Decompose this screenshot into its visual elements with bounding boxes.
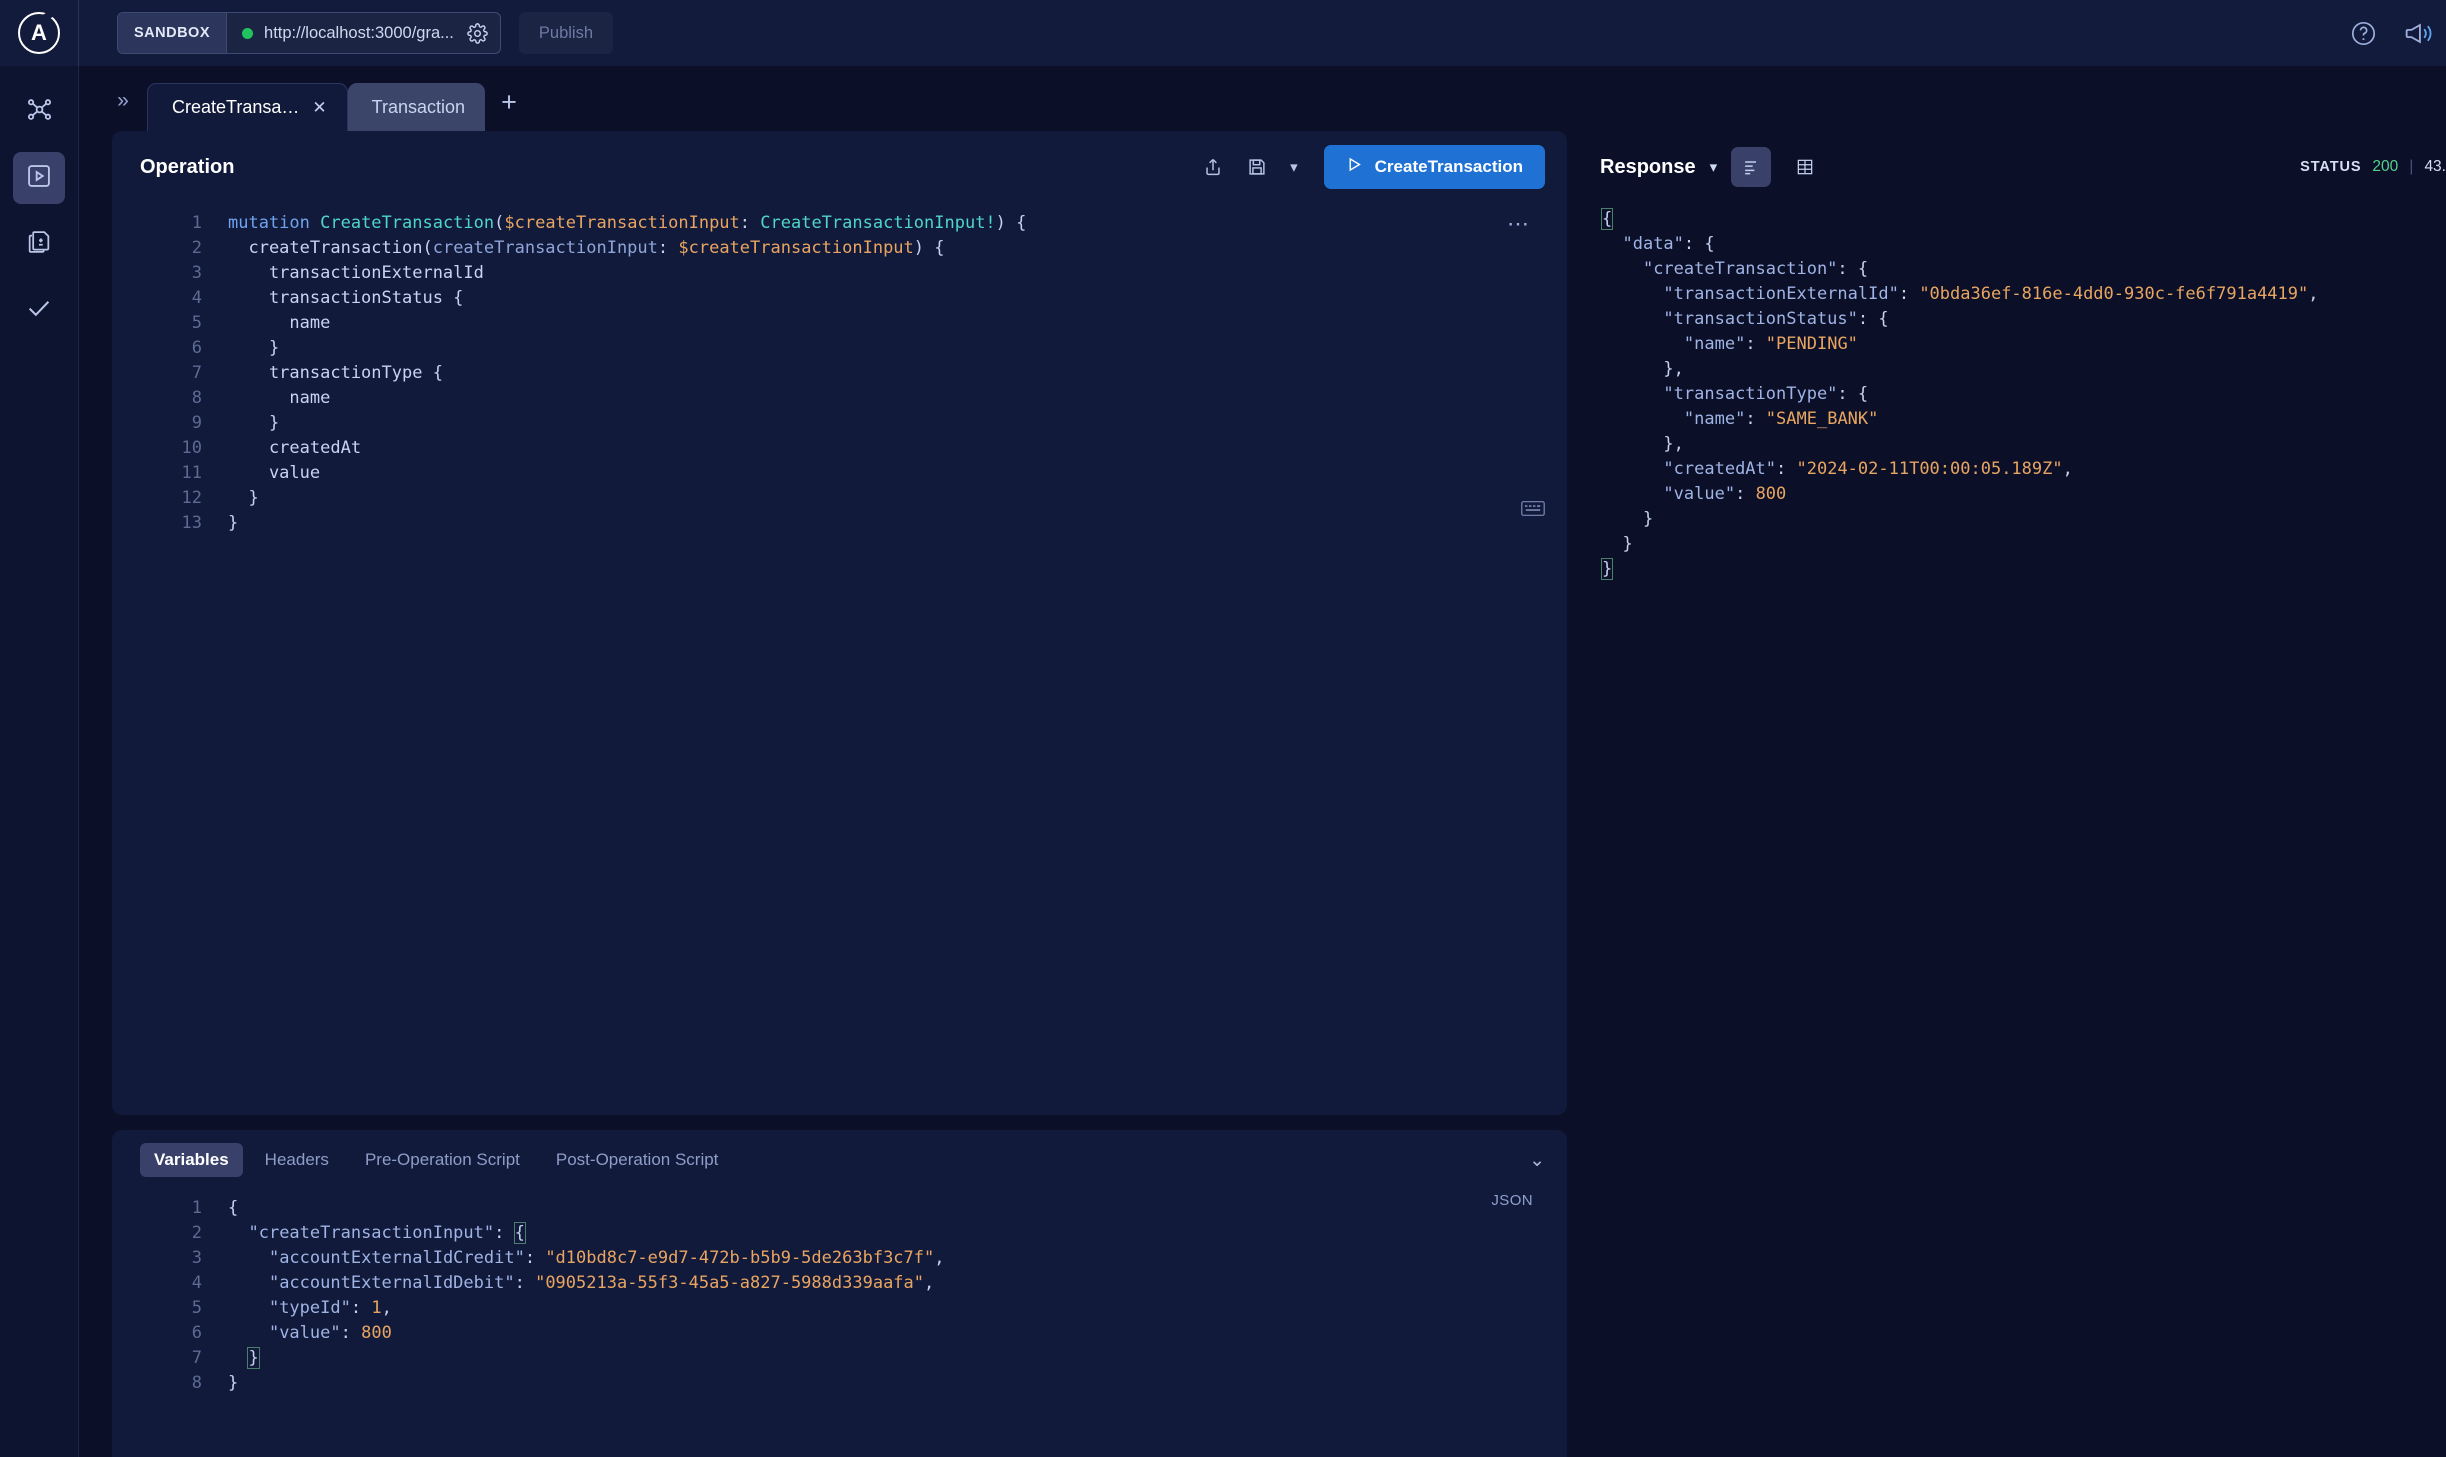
json-lines-icon[interactable]	[1731, 147, 1772, 187]
chevron-double-down-icon[interactable]: ⌄	[1529, 1149, 1545, 1172]
editor-more-menu-icon[interactable]: ⋯	[1507, 211, 1531, 237]
sandbox-badge: SANDBOX	[118, 13, 228, 53]
publish-button[interactable]: Publish	[518, 12, 614, 54]
explorer-play-icon	[25, 162, 53, 195]
response-time: 43.	[2424, 158, 2446, 175]
chevron-double-right-icon[interactable]: »	[99, 77, 147, 125]
operation-toolbar: ▾ CreateTransaction	[1202, 145, 1545, 189]
sidebar-item-checks[interactable]	[13, 284, 65, 336]
operation-editor[interactable]: ⋯ 1 2 3 4 5 6 7 8 9 10 11 12 13 mutation…	[112, 203, 1567, 536]
status-divider: |	[2409, 158, 2414, 175]
response-title: Response	[1600, 155, 1696, 178]
variables-panel: Variables Headers Pre-Operation Script P…	[112, 1130, 1567, 1457]
checks-checkmark-icon	[24, 293, 54, 328]
sidebar-item-schema[interactable]	[13, 86, 65, 138]
tab-variables[interactable]: Variables	[140, 1143, 243, 1177]
tab-post-operation-script[interactable]: Post-Operation Script	[542, 1143, 733, 1177]
plus-icon[interactable]: +	[485, 78, 533, 126]
megaphone-icon[interactable]	[2403, 19, 2432, 48]
run-operation-button[interactable]: CreateTransaction	[1323, 145, 1545, 189]
table-grid-icon[interactable]	[1785, 147, 1825, 187]
chevron-down-icon[interactable]: ▾	[1710, 158, 1718, 176]
response-header: Response ▾ STATUS 200 | 43.	[1600, 131, 2446, 203]
apollo-sandbox-app: A SANDBOX http://localhost:3000/gra... P…	[0, 0, 2446, 1457]
keyboard-shortcuts-icon[interactable]	[1521, 500, 1545, 522]
play-triangle-icon	[1346, 156, 1363, 178]
schema-diff-icon	[25, 228, 53, 261]
tab-label: CreateTransa…	[172, 97, 300, 117]
top-bar-actions	[2350, 19, 2446, 48]
schema-graph-icon	[25, 95, 54, 129]
sidebar-item-explorer[interactable]	[13, 152, 65, 204]
endpoint-bar[interactable]: SANDBOX http://localhost:3000/gra...	[117, 12, 501, 54]
operation-header: Operation ▾ CreateTransaction	[112, 131, 1567, 203]
endpoint-url-field[interactable]: http://localhost:3000/gra...	[227, 13, 500, 53]
page-title: Operation	[140, 155, 235, 178]
status-label: STATUS	[2300, 159, 2362, 175]
tab-create-transaction[interactable]: CreateTransa… ✕	[147, 83, 348, 131]
run-button-label: CreateTransaction	[1374, 157, 1523, 176]
tab-pre-operation-script[interactable]: Pre-Operation Script	[351, 1143, 534, 1177]
left-nav-rail	[0, 66, 79, 1457]
tab-headers[interactable]: Headers	[251, 1143, 343, 1177]
endpoint-url-text: http://localhost:3000/gra...	[264, 23, 454, 42]
share-upload-icon[interactable]	[1202, 156, 1224, 178]
apollo-logo[interactable]: A	[0, 0, 79, 66]
save-floppy-icon[interactable]	[1246, 156, 1268, 178]
tab-transaction[interactable]: Transaction	[347, 83, 486, 131]
operation-panel: Operation ▾ CreateTransaction ⋯ 1 2 3 4 …	[112, 131, 1567, 1115]
sidebar-item-schema-diff[interactable]	[13, 218, 65, 270]
variables-tab-bar: Variables Headers Pre-Operation Script P…	[112, 1130, 1567, 1190]
variables-line-numbers: 1 2 3 4 5 6 7 8	[191, 1198, 202, 1393]
chevron-down-icon[interactable]: ▾	[1290, 158, 1298, 176]
top-bar: A SANDBOX http://localhost:3000/gra... P…	[0, 0, 2446, 66]
close-icon[interactable]: ✕	[312, 99, 326, 116]
variables-format-badge: JSON	[1491, 1192, 1533, 1209]
connection-status-dot	[242, 27, 254, 39]
variables-code-text[interactable]: { "createTransactionInput": { "accountEx…	[228, 1196, 945, 1396]
help-circle-icon[interactable]	[2350, 20, 2377, 47]
response-panel: Response ▾ STATUS 200 | 43. { "data": { …	[1600, 131, 2446, 1457]
apollo-logo-icon: A	[18, 12, 60, 54]
apollo-logo-letter: A	[31, 20, 47, 45]
gear-icon[interactable]	[465, 22, 488, 44]
status-badge: 200	[2372, 158, 2399, 175]
response-body[interactable]: { "data": { "createTransaction": { "tran…	[1600, 203, 2446, 582]
operation-line-numbers: 1 2 3 4 5 6 7 8 9 10 11 12 13	[181, 213, 202, 533]
tab-strip: » CreateTransa… ✕ Transaction +	[79, 66, 2446, 131]
variables-editor[interactable]: 1 2 3 4 5 6 7 8 { "createTransactionInpu…	[112, 1190, 1567, 1396]
tab-label: Transaction	[371, 96, 466, 117]
operation-code-text[interactable]: mutation CreateTransaction($createTransa…	[228, 211, 1026, 536]
response-status: STATUS 200 | 43.	[2300, 158, 2446, 176]
